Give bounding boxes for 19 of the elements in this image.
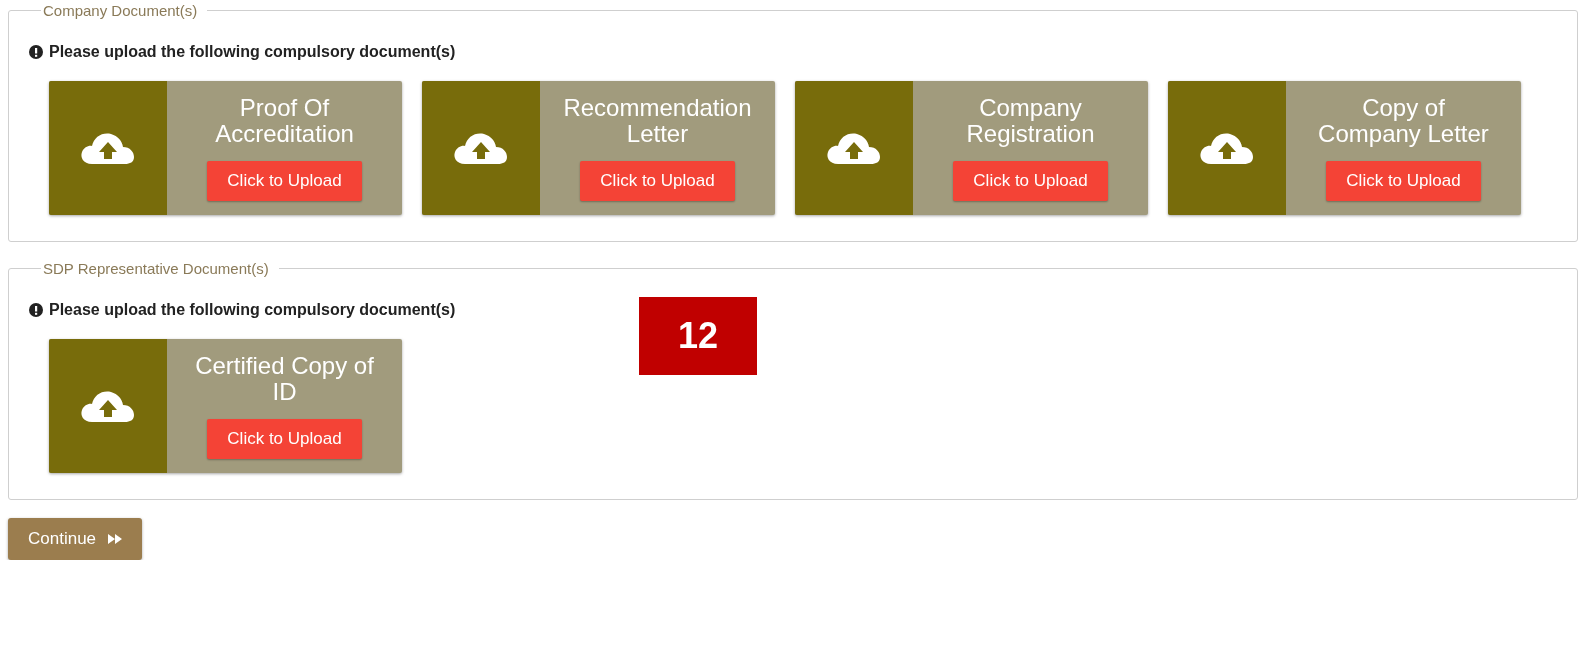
step-badge: 12 bbox=[639, 297, 757, 375]
fast-forward-icon bbox=[108, 534, 123, 544]
notice-text: Please upload the following compulsory document(s) bbox=[49, 301, 456, 319]
section-legend: Company Document(s) bbox=[41, 2, 208, 19]
document-title: Certified Copy of ID bbox=[195, 353, 374, 405]
upload-button[interactable]: Click to Upload bbox=[207, 419, 362, 459]
section-legend: SDP Representative Document(s) bbox=[41, 260, 279, 277]
document-title: Recommendation Letter bbox=[563, 95, 752, 147]
upload-button[interactable]: Click to Upload bbox=[1326, 161, 1481, 201]
document-title: Company Registration bbox=[966, 95, 1095, 147]
continue-button[interactable]: Continue bbox=[8, 518, 143, 560]
upload-button[interactable]: Click to Upload bbox=[580, 161, 735, 201]
document-title: Proof Of Accreditation bbox=[215, 95, 354, 147]
notice-text: Please upload the following compulsory document(s) bbox=[49, 43, 456, 61]
upload-button[interactable]: Click to Upload bbox=[953, 161, 1108, 201]
alert-icon bbox=[29, 45, 43, 59]
alert-icon bbox=[29, 303, 43, 317]
upload-button[interactable]: Click to Upload bbox=[207, 161, 362, 201]
document-title: Copy of Company Letter bbox=[1318, 95, 1489, 147]
